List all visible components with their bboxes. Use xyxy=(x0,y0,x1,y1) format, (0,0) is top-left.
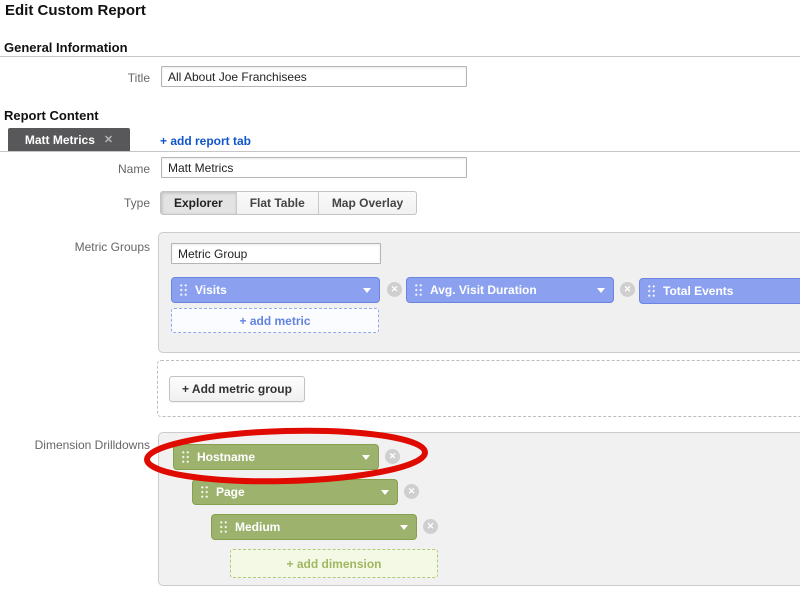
remove-dimension-icon[interactable] xyxy=(423,519,438,534)
metric-group-box: Visits Avg. Visit Duration Total Events … xyxy=(158,232,800,353)
add-metric-group-dropzone: + Add metric group xyxy=(157,360,800,417)
dropdown-arrow-icon xyxy=(400,525,408,530)
remove-dimension-icon[interactable] xyxy=(385,449,400,464)
drag-handle-icon[interactable] xyxy=(200,485,209,499)
metric-groups-label: Metric Groups xyxy=(0,240,150,254)
dropdown-arrow-icon xyxy=(381,490,389,495)
remove-dimension-icon[interactable] xyxy=(404,484,419,499)
general-information-heading: General Information xyxy=(4,40,128,55)
report-name-input[interactable] xyxy=(161,157,467,178)
report-tab-label: Matt Metrics xyxy=(25,133,95,147)
drag-handle-icon[interactable] xyxy=(414,283,423,297)
add-metric-button[interactable]: + add metric xyxy=(171,308,379,333)
type-option-explorer[interactable]: Explorer xyxy=(161,192,237,214)
tab-row-divider xyxy=(0,151,800,152)
dropdown-arrow-icon xyxy=(362,455,370,460)
edit-custom-report-page: { "page": { "heading": "Edit Custom Repo… xyxy=(0,0,800,590)
type-option-flat-table[interactable]: Flat Table xyxy=(237,192,319,214)
report-tab-matt-metrics[interactable]: Matt Metrics xyxy=(8,128,130,152)
metric-pill-label: Avg. Visit Duration xyxy=(430,283,591,297)
report-type-selector: Explorer Flat Table Map Overlay xyxy=(160,191,417,215)
drag-handle-icon[interactable] xyxy=(181,450,190,464)
drag-handle-icon[interactable] xyxy=(179,283,188,297)
dimension-pill-label: Medium xyxy=(235,520,394,534)
dimension-pill-label: Page xyxy=(216,485,375,499)
title-label: Title xyxy=(0,71,150,85)
dropdown-arrow-icon xyxy=(597,288,605,293)
report-content-heading: Report Content xyxy=(4,108,99,123)
metric-pill-avg-visit-duration[interactable]: Avg. Visit Duration xyxy=(406,277,614,303)
metric-pill-total-events[interactable]: Total Events xyxy=(639,278,800,304)
dimension-pill-medium[interactable]: Medium xyxy=(211,514,417,540)
metric-pill-label: Total Events xyxy=(663,284,800,298)
metric-pill-visits[interactable]: Visits xyxy=(171,277,380,303)
drag-handle-icon[interactable] xyxy=(219,520,228,534)
name-label: Name xyxy=(0,162,150,176)
dimension-pill-hostname[interactable]: Hostname xyxy=(173,444,379,470)
dimension-pill-label: Hostname xyxy=(197,450,356,464)
add-dimension-button[interactable]: + add dimension xyxy=(230,549,438,578)
section-divider xyxy=(0,56,800,57)
metric-pill-label: Visits xyxy=(195,283,357,297)
add-report-tab-link[interactable]: + add report tab xyxy=(160,134,251,148)
dimension-drilldowns-label: Dimension Drilldowns xyxy=(0,438,150,452)
drag-handle-icon[interactable] xyxy=(647,284,656,298)
title-input[interactable] xyxy=(161,66,467,87)
close-tab-icon[interactable] xyxy=(104,135,113,146)
type-option-map-overlay[interactable]: Map Overlay xyxy=(319,192,416,214)
dimension-drilldowns-box: Hostname Page Medium + add dimension xyxy=(158,432,800,586)
metric-group-name-input[interactable] xyxy=(171,243,381,264)
remove-metric-icon[interactable] xyxy=(387,282,402,297)
type-label: Type xyxy=(0,196,150,210)
dimension-pill-page[interactable]: Page xyxy=(192,479,398,505)
dropdown-arrow-icon xyxy=(363,288,371,293)
page-title: Edit Custom Report xyxy=(5,2,146,19)
remove-metric-icon[interactable] xyxy=(620,282,635,297)
add-metric-group-button[interactable]: + Add metric group xyxy=(169,376,305,402)
